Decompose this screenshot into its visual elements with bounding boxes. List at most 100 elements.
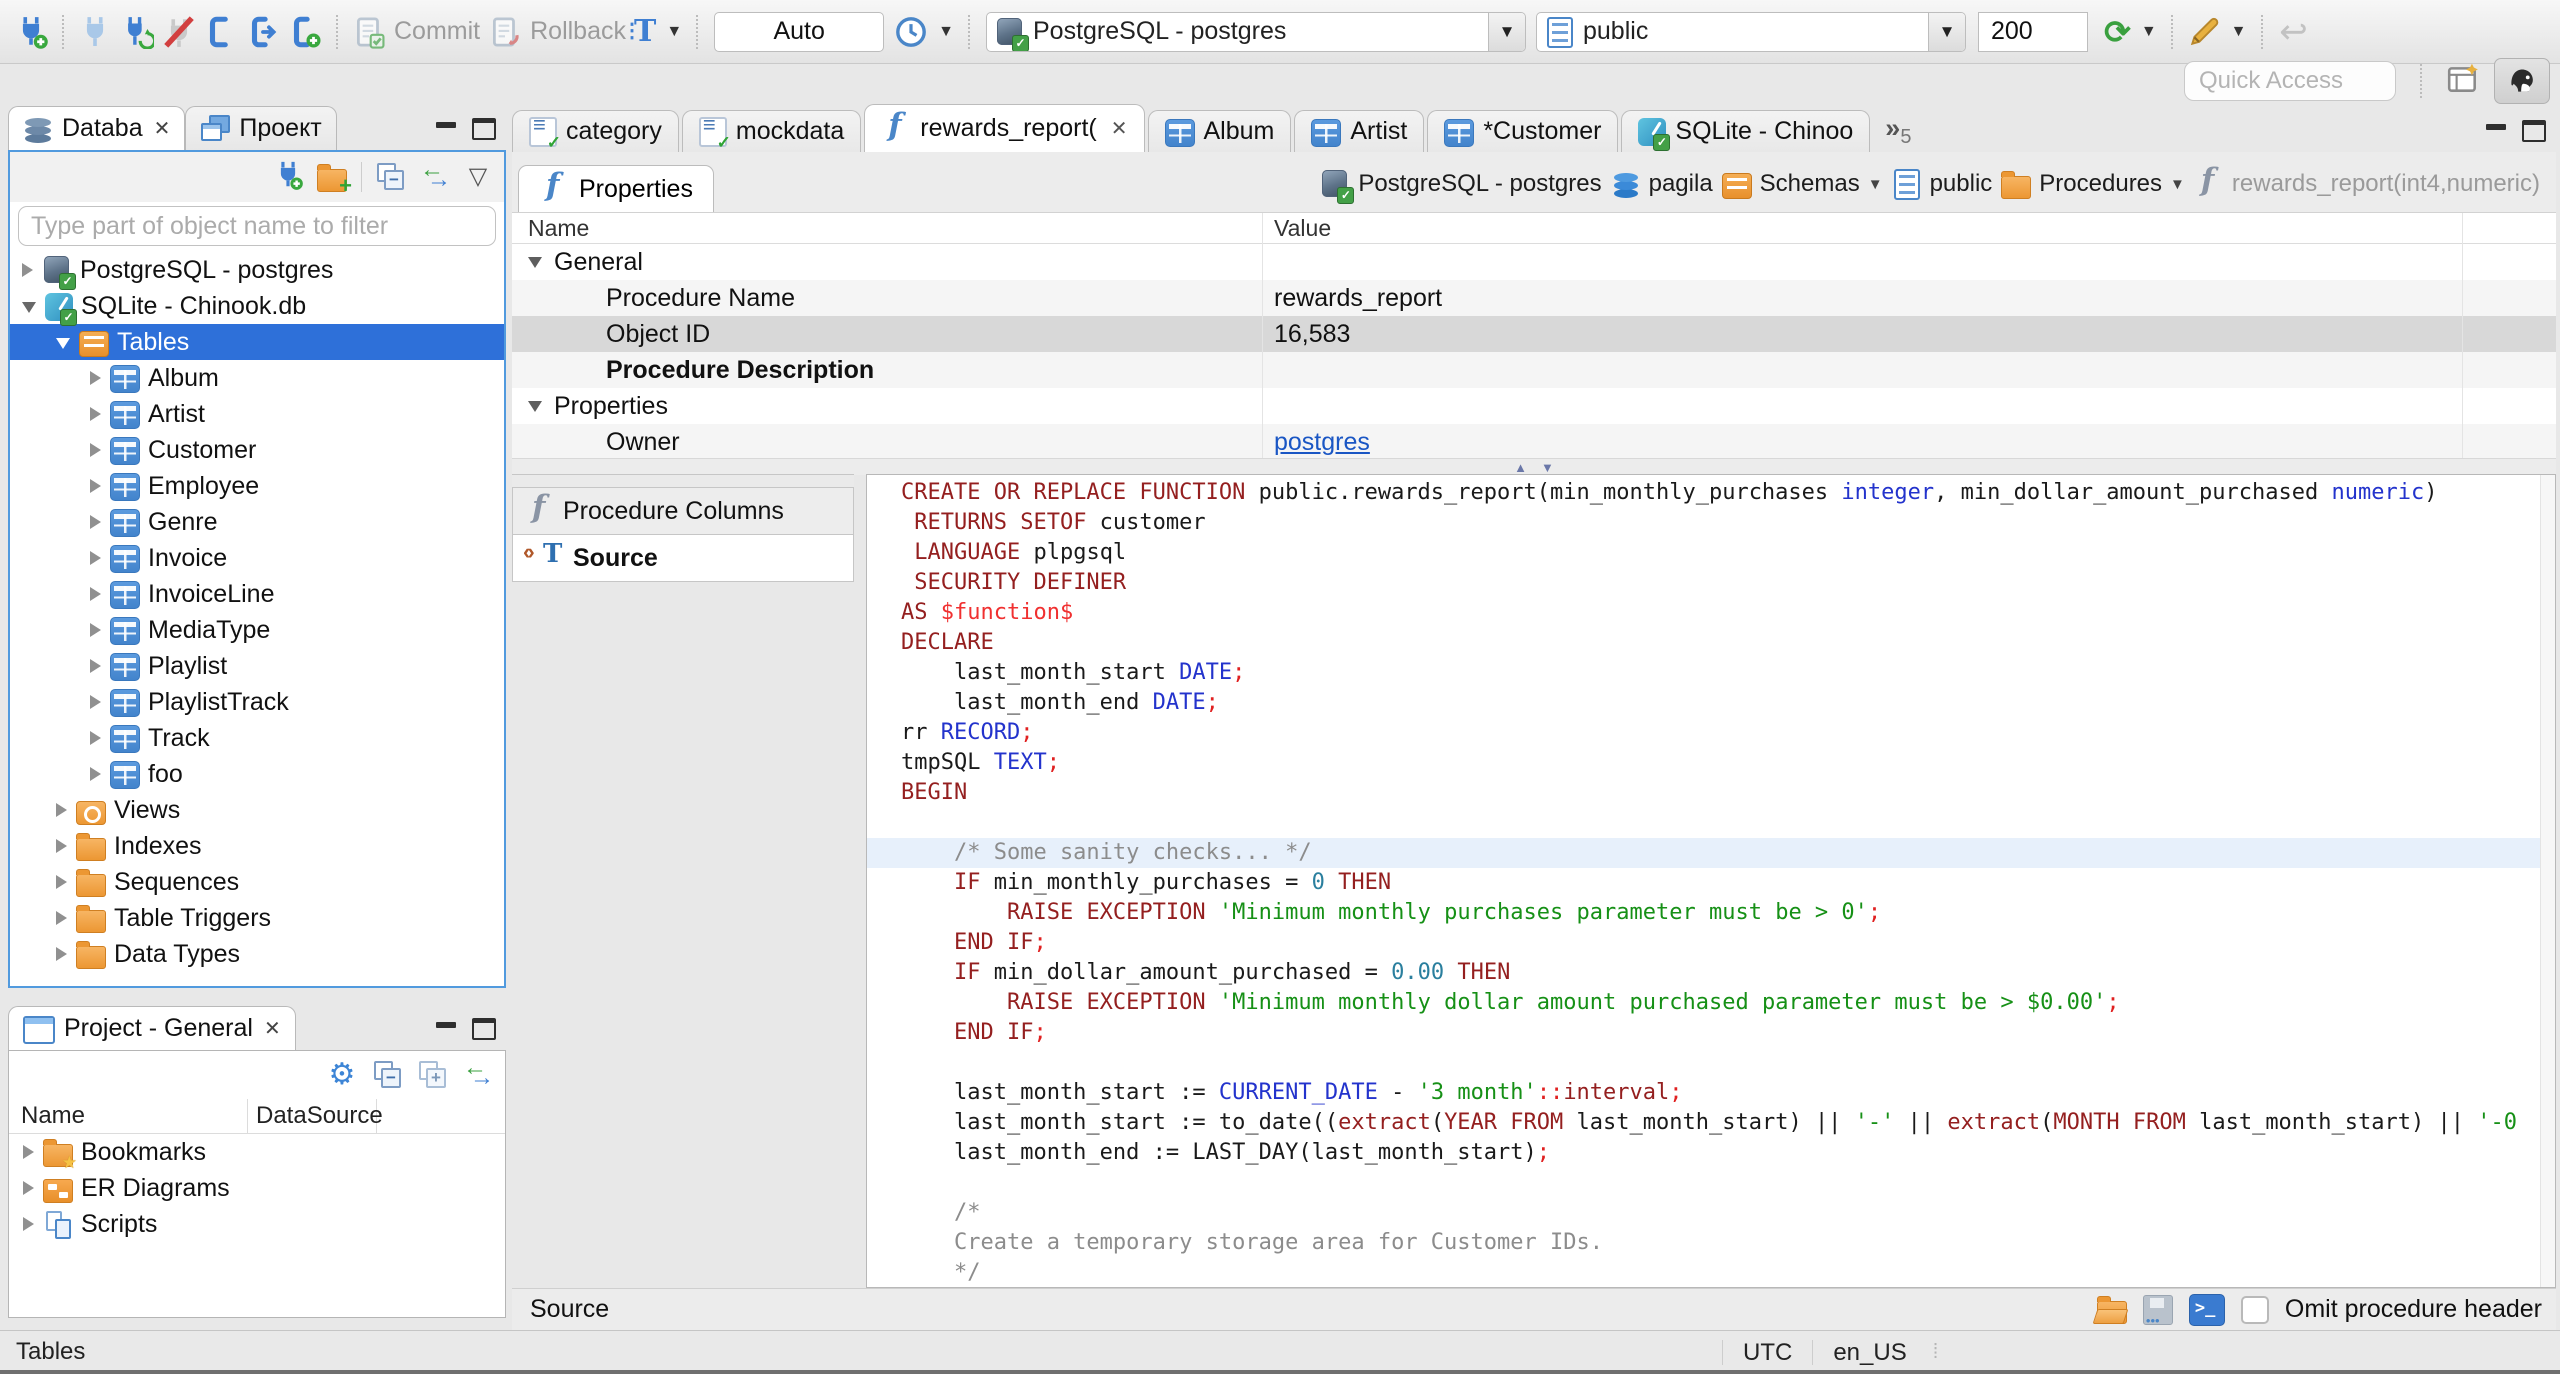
property-row-general[interactable]: General xyxy=(512,244,2556,280)
tree-item-table-triggers[interactable]: Table Triggers xyxy=(10,900,504,936)
project-item-bookmarks[interactable]: Bookmarks xyxy=(9,1134,505,1173)
timezone-indicator[interactable]: UTC xyxy=(1722,1339,1812,1366)
omit-procedure-header-checkbox[interactable] xyxy=(2240,1295,2269,1324)
breadcrumb-item-procedures[interactable]: Procedures ▼ xyxy=(2001,170,2185,199)
category-expander-icon[interactable] xyxy=(528,256,542,268)
expander-closed-icon[interactable] xyxy=(90,407,101,421)
expander-closed-icon[interactable] xyxy=(90,587,101,601)
tree-item-invoice[interactable]: Invoice xyxy=(10,540,504,576)
category-expander-icon[interactable] xyxy=(528,400,542,412)
expander-open-icon[interactable] xyxy=(22,302,36,313)
code-line[interactable]: END IF; xyxy=(867,928,2540,958)
editor-tab-category[interactable]: category xyxy=(512,110,679,153)
tree-item-invoiceline[interactable]: InvoiceLine xyxy=(10,576,504,612)
code-line[interactable]: /* Some sanity checks... */ xyxy=(867,838,2540,868)
open-perspective-button[interactable] xyxy=(2446,62,2480,101)
editor-tab-rewards-report[interactable]: rewards_report(✕ xyxy=(864,104,1145,152)
property-row-procedure-name[interactable]: Procedure Name rewards_report xyxy=(512,280,2556,316)
expand-all-button[interactable] xyxy=(418,1060,448,1090)
expander-closed-icon[interactable] xyxy=(90,659,101,673)
source-editor[interactable]: CREATE OR REPLACE FUNCTION public.reward… xyxy=(866,474,2556,1288)
expander-closed-icon[interactable] xyxy=(90,515,101,529)
quick-access-input[interactable] xyxy=(2184,61,2396,101)
maximize-button[interactable] xyxy=(472,1018,496,1040)
tree-item-sqlite-chinook-db[interactable]: SQLite - Chinook.db xyxy=(10,288,504,326)
expander-closed-icon[interactable] xyxy=(56,839,67,853)
expander-closed-icon[interactable] xyxy=(23,1217,34,1231)
new-connection-button[interactable] xyxy=(273,160,303,195)
tree-item-album[interactable]: Album xyxy=(10,360,504,396)
expander-closed-icon[interactable] xyxy=(90,551,101,565)
code-line[interactable]: SECURITY DEFINER xyxy=(867,568,2540,598)
project-item-er-diagrams[interactable]: ER Diagrams xyxy=(9,1170,505,1206)
view-tab-project-general[interactable]: Project - General ✕ xyxy=(8,1006,296,1050)
reconnect-button[interactable] xyxy=(116,10,158,54)
owner-link[interactable]: postgres xyxy=(1274,428,1370,456)
property-row-owner[interactable]: Owner postgres xyxy=(512,424,2556,458)
expander-closed-icon[interactable] xyxy=(56,875,67,889)
code-line[interactable]: last_month_end DATE; xyxy=(867,688,2540,718)
column-header-datasource[interactable]: DataSource xyxy=(247,1099,383,1133)
code-line[interactable]: AS $function$ xyxy=(867,598,2540,628)
code-line[interactable] xyxy=(867,1168,2540,1198)
breadcrumb-item-postgresql-postgres[interactable]: PostgreSQL - postgres xyxy=(1320,169,1602,204)
open-sql-script-button[interactable] xyxy=(242,10,284,54)
expander-closed-icon[interactable] xyxy=(22,263,33,277)
tree-item-genre[interactable]: Genre xyxy=(10,504,504,540)
tree-item-postgresql-postgres[interactable]: PostgreSQL - postgres xyxy=(10,252,504,290)
code-line[interactable]: */ xyxy=(867,1258,2540,1287)
expander-closed-icon[interactable] xyxy=(90,767,101,781)
code-line[interactable]: tmpSQL TEXT; xyxy=(867,748,2540,778)
property-row-procedure-description[interactable]: Procedure Description xyxy=(512,352,2556,388)
fetch-size-input[interactable] xyxy=(1978,11,2088,52)
locale-indicator[interactable]: en_US xyxy=(1812,1339,1926,1366)
format-button[interactable]: ▼ xyxy=(2183,10,2251,54)
view-tab-database-navigator[interactable]: Databa ✕ xyxy=(8,106,186,150)
expander-closed-icon[interactable] xyxy=(90,623,101,637)
editor-tab-customer[interactable]: *Customer xyxy=(1427,110,1619,152)
tab-source[interactable]: Source xyxy=(512,535,854,582)
code-line[interactable]: rr RECORD; xyxy=(867,718,2540,748)
link-with-editor-button[interactable] xyxy=(463,1054,494,1092)
tree-item-playlist[interactable]: Playlist xyxy=(10,648,504,684)
minimize-button[interactable] xyxy=(436,122,456,128)
grid-column-value[interactable]: Value xyxy=(1262,215,1331,242)
source-code[interactable]: CREATE OR REPLACE FUNCTION public.reward… xyxy=(867,478,2540,1287)
minimize-button[interactable] xyxy=(2486,124,2506,130)
link-with-editor-button[interactable] xyxy=(420,156,451,194)
dropdown-button[interactable]: ▼ xyxy=(1488,12,1525,51)
code-line[interactable]: BEGIN xyxy=(867,778,2540,808)
code-line[interactable]: Create a temporary storage area for Cust… xyxy=(867,1228,2540,1258)
view-tab-project[interactable]: Проект xyxy=(185,106,337,150)
splitter-sash[interactable]: ▲ ▼ xyxy=(512,458,2556,475)
property-row-properties[interactable]: Properties xyxy=(512,388,2556,424)
expander-closed-icon[interactable] xyxy=(90,479,101,493)
property-row-object-id[interactable]: Object ID 16,583 xyxy=(512,316,2556,352)
open-in-sql-console-button[interactable] xyxy=(2188,1293,2225,1326)
collapse-up-icon[interactable]: ▲ xyxy=(1514,460,1527,475)
gear-icon[interactable]: ⚙ xyxy=(326,1060,358,1090)
expander-closed-icon[interactable] xyxy=(90,371,101,385)
tree-item-data-types[interactable]: Data Types xyxy=(10,936,504,972)
code-line[interactable]: last_month_start := to_date((extract(YEA… xyxy=(867,1108,2540,1138)
expander-closed-icon[interactable] xyxy=(56,803,67,817)
tree-item-foo[interactable]: foo xyxy=(10,756,504,792)
minimize-button[interactable] xyxy=(436,1022,456,1028)
project-item-scripts[interactable]: Scripts xyxy=(9,1206,505,1242)
code-line[interactable]: last_month_start DATE; xyxy=(867,658,2540,688)
code-line[interactable]: CREATE OR REPLACE FUNCTION public.reward… xyxy=(867,478,2540,508)
close-icon[interactable]: ✕ xyxy=(154,116,171,141)
code-line[interactable]: RAISE EXCEPTION 'Minimum monthly dollar … xyxy=(867,988,2540,1018)
maximize-button[interactable] xyxy=(472,118,496,140)
expander-closed-icon[interactable] xyxy=(23,1181,34,1195)
rollback-button[interactable]: Rollback xyxy=(484,10,630,54)
tree-item-playlisttrack[interactable]: PlaylistTrack xyxy=(10,684,504,720)
expander-closed-icon[interactable] xyxy=(23,1145,34,1159)
column-header-name[interactable]: Name xyxy=(9,1099,247,1133)
connect-button[interactable] xyxy=(74,10,116,54)
code-line[interactable]: IF min_monthly_purchases = 0 THEN xyxy=(867,868,2540,898)
tree-item-employee[interactable]: Employee xyxy=(10,468,504,504)
grid-column-name[interactable]: Name xyxy=(512,215,1262,242)
editor-tab-sqlite-chinoo[interactable]: SQLite - Chinoo xyxy=(1621,110,1871,152)
tree-item-indexes[interactable]: Indexes xyxy=(10,828,504,864)
